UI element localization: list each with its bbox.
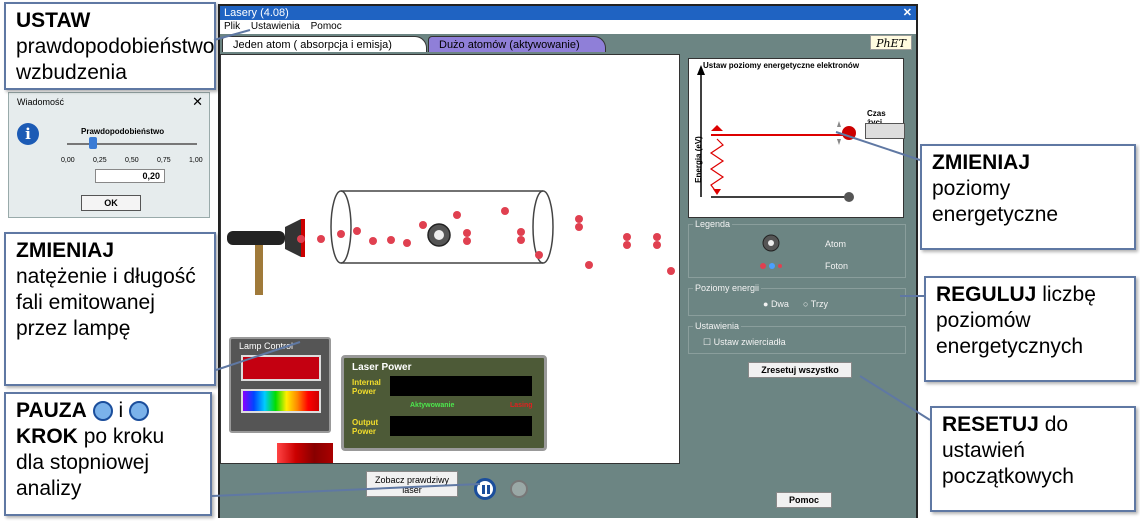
callout-pointers bbox=[211, 29, 931, 497]
